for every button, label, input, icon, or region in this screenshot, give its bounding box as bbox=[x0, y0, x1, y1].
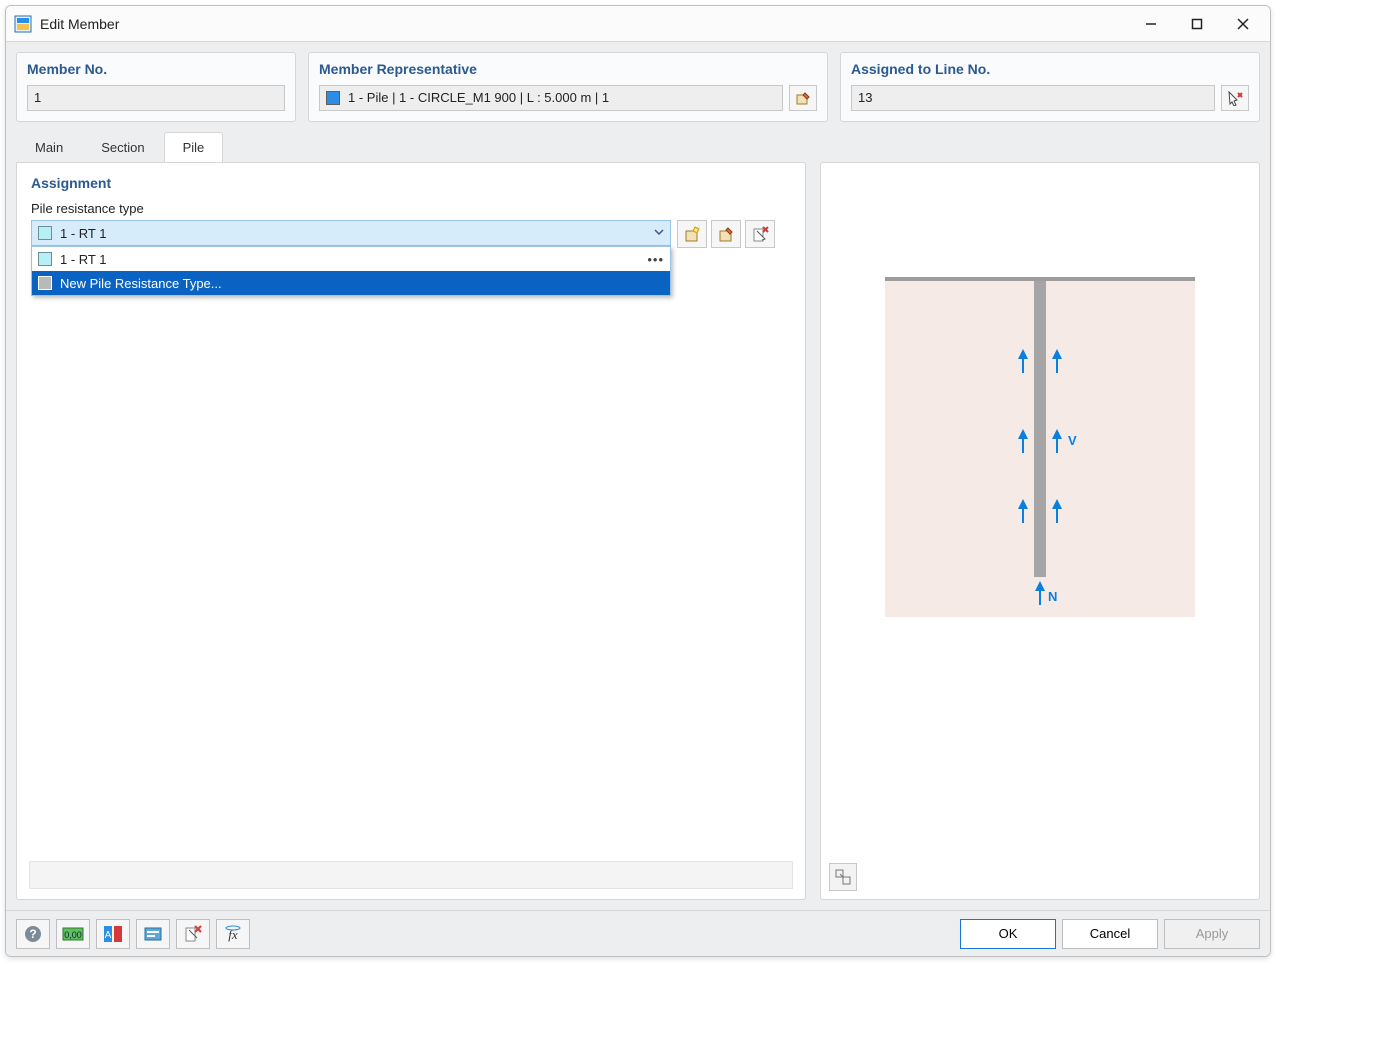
preview-panel: V N bbox=[820, 162, 1260, 900]
assigned-line-label: Assigned to Line No. bbox=[851, 61, 1249, 77]
dropdown-item-label: New Pile Resistance Type... bbox=[60, 276, 222, 291]
svg-text:A: A bbox=[105, 930, 112, 941]
titlebar: Edit Member bbox=[6, 6, 1270, 42]
window-controls bbox=[1128, 6, 1266, 42]
tip-arrow-stem bbox=[1039, 591, 1041, 605]
expand-preview-button[interactable] bbox=[829, 863, 857, 891]
window-title: Edit Member bbox=[40, 16, 1128, 32]
report-button[interactable] bbox=[136, 919, 170, 949]
remove-pick-button[interactable] bbox=[176, 919, 210, 949]
svg-text:0,00: 0,00 bbox=[64, 930, 82, 940]
maximize-button[interactable] bbox=[1174, 6, 1220, 42]
edit-representative-icon bbox=[795, 90, 811, 106]
member-representative-label: Member Representative bbox=[319, 61, 817, 77]
close-button[interactable] bbox=[1220, 6, 1266, 42]
representative-swatch bbox=[326, 91, 340, 105]
friction-arrow-left-2 bbox=[1018, 429, 1028, 439]
edit-representative-button[interactable] bbox=[789, 85, 817, 111]
friction-arrow-left-3 bbox=[1018, 499, 1028, 509]
pick-line-button[interactable] bbox=[1221, 85, 1249, 111]
pick-line-icon bbox=[1227, 90, 1243, 106]
friction-arrow-left-1 bbox=[1018, 349, 1028, 359]
app-icon bbox=[14, 15, 32, 33]
edit-member-dialog: Edit Member Member No. 1 Member Represen… bbox=[5, 5, 1271, 957]
dialog-footer: ? 0,00 A fx OK Cancel Apply bbox=[6, 910, 1270, 956]
pile-tab-panel: Assignment Pile resistance type 1 - RT 1 bbox=[16, 162, 806, 900]
friction-arrow-right-1 bbox=[1052, 349, 1062, 359]
svg-text:fx: fx bbox=[228, 927, 238, 942]
pile-resistance-type-dropdown: 1 - RT 1 ••• New Pile Resistance Type... bbox=[31, 246, 671, 296]
combo-swatch bbox=[38, 226, 52, 240]
svg-text:?: ? bbox=[29, 927, 36, 941]
new-type-button[interactable] bbox=[677, 220, 707, 248]
soil-region: V N bbox=[885, 277, 1195, 617]
units-icon: 0,00 bbox=[62, 925, 84, 943]
assigned-line-group: Assigned to Line No. 13 bbox=[840, 52, 1260, 122]
edit-type-button[interactable] bbox=[711, 220, 741, 248]
label-v: V bbox=[1068, 433, 1077, 448]
fx-button[interactable]: fx bbox=[216, 919, 250, 949]
member-no-group: Member No. 1 bbox=[16, 52, 296, 122]
resistance-type-buttons bbox=[677, 220, 775, 248]
pile-resistance-type-combo-wrap: 1 - RT 1 1 - RT 1 ••• New bbox=[31, 220, 671, 246]
header-row: Member No. 1 Member Representative 1 - P… bbox=[6, 42, 1270, 122]
library-icon: A bbox=[103, 925, 123, 943]
tab-pile[interactable]: Pile bbox=[164, 132, 224, 162]
tabstrip: Main Section Pile bbox=[6, 122, 1270, 162]
pile-resistance-type-label: Pile resistance type bbox=[31, 201, 791, 216]
edit-type-icon bbox=[717, 225, 735, 243]
pile-resistance-type-combo[interactable]: 1 - RT 1 bbox=[31, 220, 671, 246]
assignment-section-title: Assignment bbox=[31, 175, 791, 191]
member-no-label: Member No. bbox=[27, 61, 285, 77]
representative-text: 1 - Pile | 1 - CIRCLE_M1 900 | L : 5.000… bbox=[348, 86, 609, 110]
friction-arrow-left-2-stem bbox=[1022, 439, 1024, 453]
dropdown-item-new-type[interactable]: New Pile Resistance Type... bbox=[32, 271, 670, 295]
friction-arrow-left-3-stem bbox=[1022, 509, 1024, 523]
tab-section[interactable]: Section bbox=[82, 132, 163, 162]
help-button[interactable]: ? bbox=[16, 919, 50, 949]
dropdown-item-rt1[interactable]: 1 - RT 1 ••• bbox=[32, 247, 670, 271]
help-icon: ? bbox=[24, 925, 42, 943]
combo-selected-text: 1 - RT 1 bbox=[60, 226, 106, 241]
expand-preview-icon bbox=[834, 868, 852, 886]
remove-pick-icon bbox=[184, 925, 202, 943]
minimize-button[interactable] bbox=[1128, 6, 1174, 42]
dropdown-item-more-icon[interactable]: ••• bbox=[647, 252, 664, 267]
delete-pick-button[interactable] bbox=[745, 220, 775, 248]
new-type-icon bbox=[683, 225, 701, 243]
member-representative-group: Member Representative 1 - Pile | 1 - CIR… bbox=[308, 52, 828, 122]
cancel-button[interactable]: Cancel bbox=[1062, 919, 1158, 949]
assigned-line-value[interactable]: 13 bbox=[851, 85, 1215, 111]
panel-bottom-strip bbox=[29, 861, 793, 889]
dialog-body: Assignment Pile resistance type 1 - RT 1 bbox=[6, 162, 1270, 910]
close-icon bbox=[1237, 18, 1249, 30]
friction-arrow-right-2 bbox=[1052, 429, 1062, 439]
delete-pick-icon bbox=[751, 225, 769, 243]
dropdown-item-swatch bbox=[38, 276, 52, 290]
ok-button[interactable]: OK bbox=[960, 919, 1056, 949]
maximize-icon bbox=[1191, 18, 1203, 30]
label-n: N bbox=[1048, 589, 1057, 604]
friction-arrow-right-3 bbox=[1052, 499, 1062, 509]
pile-graphic bbox=[1034, 281, 1046, 577]
friction-arrow-right-3-stem bbox=[1056, 509, 1058, 523]
friction-arrow-left-1-stem bbox=[1022, 359, 1024, 373]
dropdown-item-label: 1 - RT 1 bbox=[60, 252, 106, 267]
pile-preview: V N bbox=[835, 177, 1245, 885]
tip-arrow bbox=[1035, 581, 1045, 591]
minimize-icon bbox=[1145, 18, 1157, 30]
library-button[interactable]: A bbox=[96, 919, 130, 949]
member-representative-value[interactable]: 1 - Pile | 1 - CIRCLE_M1 900 | L : 5.000… bbox=[319, 85, 783, 111]
apply-button[interactable]: Apply bbox=[1164, 919, 1260, 949]
member-no-value: 1 bbox=[27, 85, 285, 111]
fx-icon: fx bbox=[223, 925, 243, 943]
dropdown-item-swatch bbox=[38, 252, 52, 266]
units-button[interactable]: 0,00 bbox=[56, 919, 90, 949]
report-icon bbox=[143, 925, 163, 943]
tab-main[interactable]: Main bbox=[16, 132, 82, 162]
friction-arrow-right-2-stem bbox=[1056, 439, 1058, 453]
chevron-down-icon bbox=[653, 226, 665, 238]
friction-arrow-right-1-stem bbox=[1056, 359, 1058, 373]
